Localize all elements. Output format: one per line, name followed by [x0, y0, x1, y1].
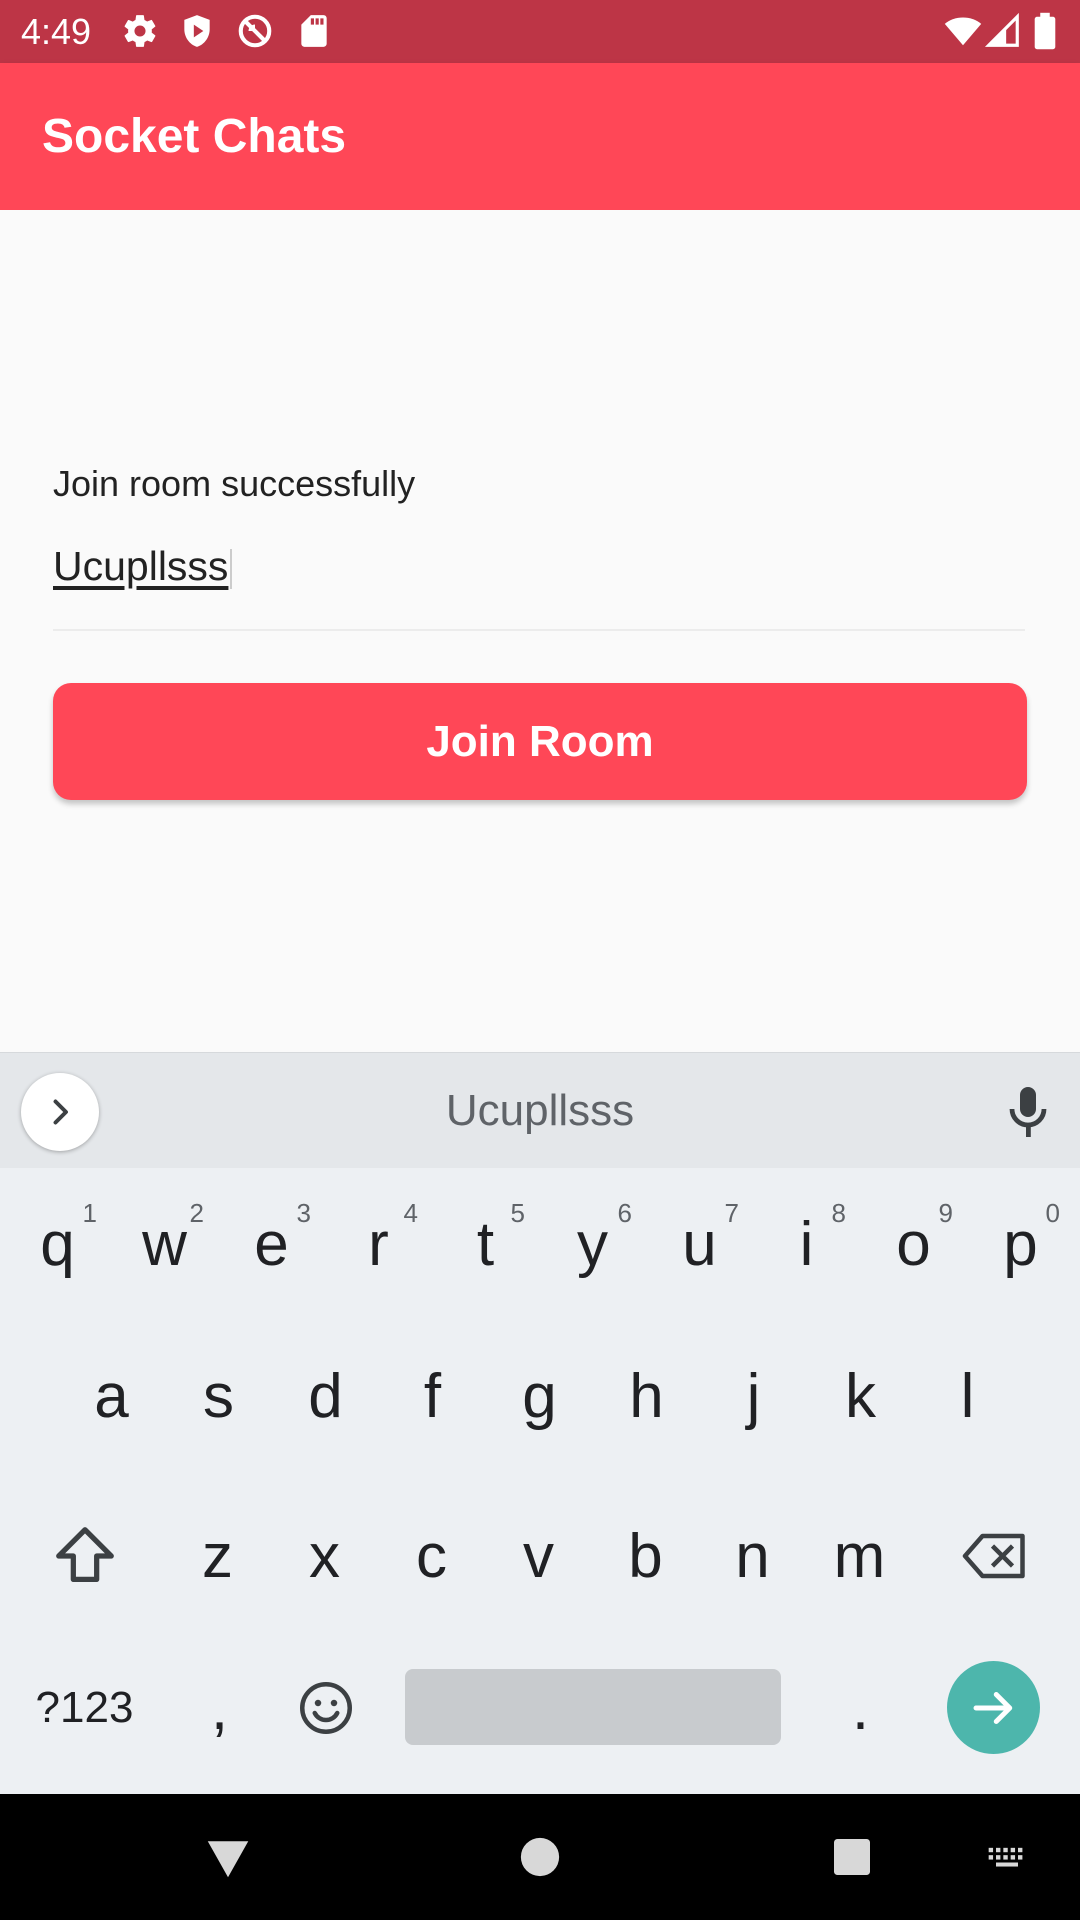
keyboard-switch-icon[interactable]: [985, 1830, 1029, 1884]
enter-key[interactable]: [947, 1661, 1040, 1754]
key-e[interactable]: e3: [218, 1180, 325, 1308]
key-g[interactable]: g: [486, 1332, 593, 1460]
backspace-icon: [962, 1533, 1025, 1579]
join-room-button[interactable]: Join Room: [53, 683, 1027, 800]
navigation-bar: [0, 1794, 1080, 1920]
shield-icon: [178, 12, 216, 50]
emoji-icon: [299, 1682, 352, 1734]
symbols-key[interactable]: ?123: [22, 1644, 147, 1772]
status-message: Join room successfully: [53, 463, 416, 504]
key-q[interactable]: q1: [4, 1180, 111, 1308]
key-a[interactable]: a: [58, 1332, 165, 1460]
period-key[interactable]: .: [807, 1644, 914, 1772]
key-l[interactable]: l: [914, 1332, 1021, 1460]
app-bar: Socket Chats: [0, 63, 1080, 210]
key-n[interactable]: n: [699, 1492, 806, 1620]
shift-icon: [56, 1527, 114, 1582]
key-o[interactable]: o9: [860, 1180, 967, 1308]
backspace-key[interactable]: [940, 1492, 1050, 1620]
key-m[interactable]: m: [806, 1492, 913, 1620]
room-name-value: Ucupllsss: [53, 543, 229, 589]
wifi-icon: [944, 12, 982, 50]
text-cursor: [230, 549, 233, 590]
key-t[interactable]: t5: [432, 1180, 539, 1308]
key-w[interactable]: w2: [111, 1180, 218, 1308]
key-d[interactable]: d: [272, 1332, 379, 1460]
sd-card-icon: [295, 12, 333, 50]
battery-icon: [1030, 12, 1060, 50]
room-name-input[interactable]: Ucupllsss: [53, 540, 1025, 592]
gear-icon: [121, 12, 159, 50]
key-j[interactable]: j: [700, 1332, 807, 1460]
signal-icon: [984, 12, 1022, 50]
key-u[interactable]: u7: [646, 1180, 753, 1308]
shift-key[interactable]: [30, 1492, 140, 1620]
key-c[interactable]: c: [378, 1492, 485, 1620]
key-v[interactable]: v: [485, 1492, 592, 1620]
status-time: 4:49: [21, 11, 92, 52]
suggestion-bar: Ucupllsss: [0, 1052, 1080, 1168]
arrow-right-icon: [973, 1691, 1012, 1724]
suggestion-word[interactable]: Ucupllsss: [0, 1083, 1080, 1139]
app-title: Socket Chats: [42, 110, 347, 163]
key-i[interactable]: i8: [753, 1180, 860, 1308]
key-s[interactable]: s: [165, 1332, 272, 1460]
key-r[interactable]: r4: [325, 1180, 432, 1308]
mic-icon[interactable]: [1005, 1085, 1051, 1141]
space-key[interactable]: [405, 1669, 781, 1745]
key-x[interactable]: x: [271, 1492, 378, 1620]
recents-icon[interactable]: [825, 1830, 879, 1884]
emoji-key[interactable]: [272, 1644, 379, 1772]
key-p[interactable]: p0: [967, 1180, 1074, 1308]
key-h[interactable]: h: [593, 1332, 700, 1460]
status-bar: 4:49: [0, 0, 1080, 63]
comma-key[interactable]: ,: [166, 1644, 273, 1772]
soft-keyboard: Ucupllsss q1 w2 e3 r4 t5 y6 u7 i8 o9 p0 …: [0, 1052, 1080, 1794]
main-content: Join room successfully Ucupllsss Join Ro…: [0, 210, 1080, 1052]
home-icon[interactable]: [513, 1830, 567, 1884]
key-f[interactable]: f: [379, 1332, 486, 1460]
key-b[interactable]: b: [592, 1492, 699, 1620]
back-icon[interactable]: [201, 1830, 255, 1884]
no-sim-icon: [236, 12, 274, 50]
key-y[interactable]: y6: [539, 1180, 646, 1308]
key-z[interactable]: z: [164, 1492, 271, 1620]
screen: 4:49 Socket Chats Join room successfully…: [0, 0, 1080, 1920]
key-k[interactable]: k: [807, 1332, 914, 1460]
input-underline: [53, 629, 1025, 631]
